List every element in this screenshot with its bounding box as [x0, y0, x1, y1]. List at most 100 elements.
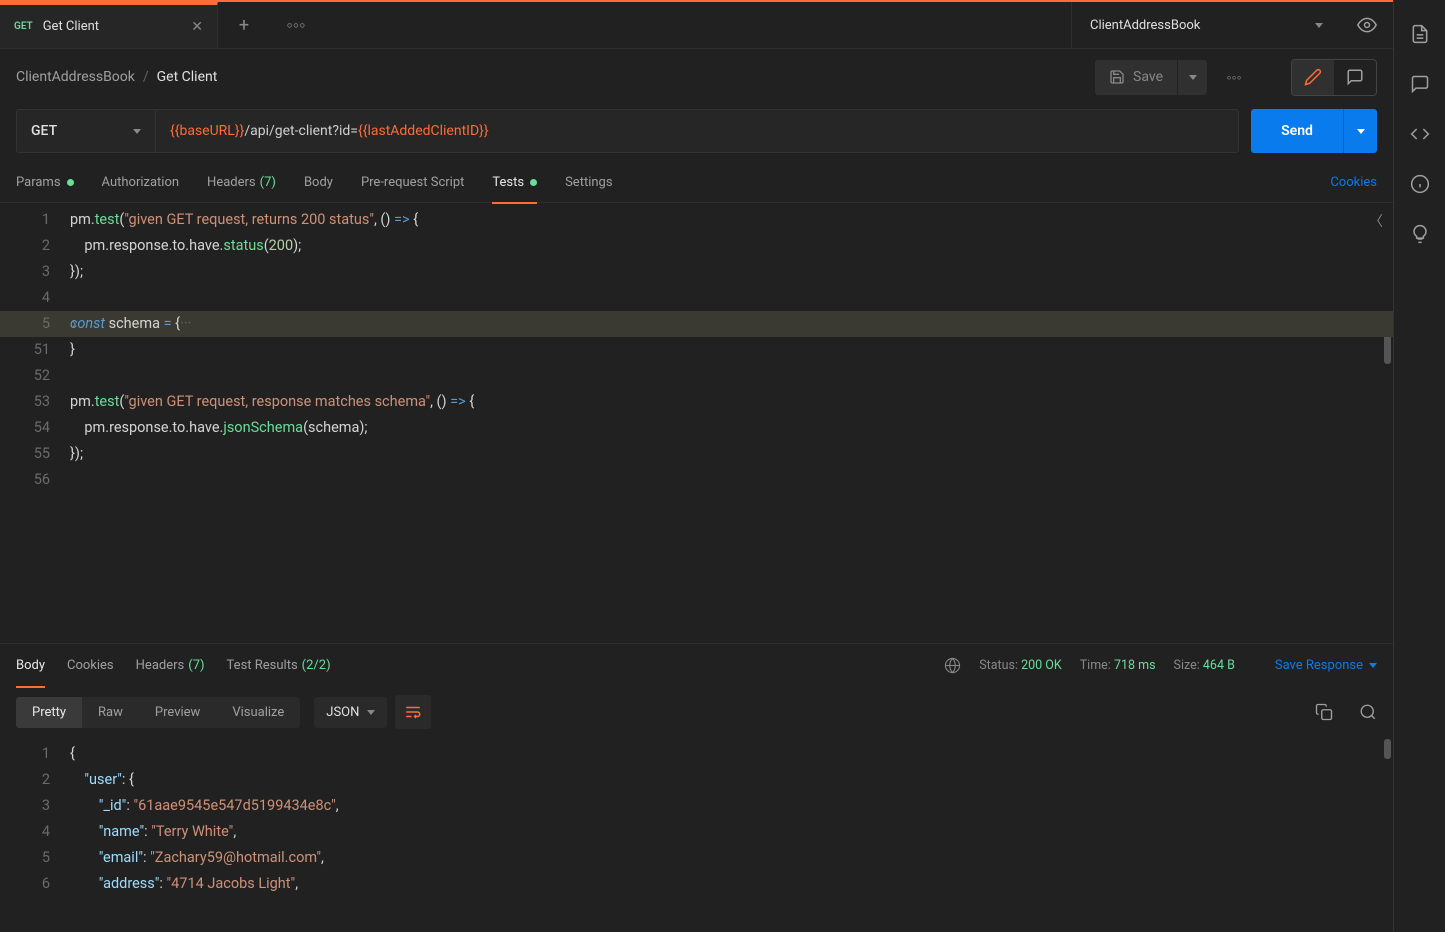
view-preview[interactable]: Preview — [139, 697, 216, 728]
status-dot-icon — [530, 179, 537, 186]
line-number: 56 — [0, 467, 70, 493]
more-actions-button[interactable]: ◦◦◦ — [1217, 60, 1251, 95]
eye-icon — [1357, 15, 1377, 35]
cookies-link[interactable]: Cookies — [1330, 175, 1377, 190]
editor-line[interactable]: 3}); — [0, 259, 1393, 285]
save-response-button[interactable]: Save Response — [1275, 658, 1377, 673]
line-number: 4 — [0, 285, 70, 311]
editor-line[interactable]: 3 "_id": "61aae9545e547d5199434e8c", — [0, 793, 1393, 819]
comment-mode-button[interactable] — [1334, 60, 1376, 95]
globe-icon[interactable] — [944, 657, 961, 674]
pencil-icon — [1304, 68, 1322, 86]
status-dot-icon — [67, 179, 74, 186]
line-number: 4 — [0, 819, 70, 845]
send-dropdown-button[interactable] — [1343, 109, 1377, 153]
response-body-editor[interactable]: 1{2 "user": {3 "_id": "61aae9545e547d519… — [0, 737, 1393, 897]
response-meta: Status: 200 OK Time: 718 ms Size: 464 B — [944, 657, 1235, 674]
line-number: 5 — [0, 845, 70, 871]
editor-line[interactable]: 2 "user": { — [0, 767, 1393, 793]
send-button[interactable]: Send — [1251, 109, 1343, 153]
wrap-lines-button[interactable] — [395, 695, 431, 729]
tab-body[interactable]: Body — [304, 163, 333, 203]
editor-line[interactable]: 4 "name": "Terry White", — [0, 819, 1393, 845]
save-button[interactable]: Save — [1095, 60, 1177, 95]
scrollbar-thumb[interactable] — [1384, 739, 1391, 759]
view-pretty[interactable]: Pretty — [16, 697, 82, 728]
line-number: 53 — [0, 389, 70, 415]
tab-get-client[interactable]: GET Get Client ✕ — [0, 2, 218, 48]
comment-icon — [1346, 68, 1364, 86]
editor-line[interactable]: 5 "email": "Zachary59@hotmail.com", — [0, 845, 1393, 871]
line-number: 3 — [0, 259, 70, 285]
line-number: 51 — [0, 337, 70, 363]
fold-arrow-icon[interactable]: › — [72, 311, 76, 337]
chevron-down-icon — [367, 710, 375, 715]
copy-icon[interactable] — [1315, 703, 1333, 721]
line-number: 6 — [0, 871, 70, 897]
collapse-sidebar-icon[interactable]: 〈 — [1369, 209, 1383, 235]
tab-settings[interactable]: Settings — [565, 163, 612, 203]
editor-line[interactable]: 55}); — [0, 441, 1393, 467]
tests-editor[interactable]: 〈 1pm.test("given GET request, returns 2… — [0, 203, 1393, 643]
chevron-down-icon — [1189, 75, 1197, 80]
line-number: 1 — [0, 741, 70, 767]
editor-line[interactable]: 54 pm.response.to.have.jsonSchema(schema… — [0, 415, 1393, 441]
breadcrumb: ClientAddressBook / Get Client Save ◦◦◦ — [0, 49, 1393, 105]
wrap-icon — [404, 703, 422, 721]
save-dropdown-button[interactable] — [1177, 60, 1207, 95]
editor-line[interactable]: 4 — [0, 285, 1393, 311]
resp-tab-cookies[interactable]: Cookies — [67, 644, 114, 688]
tab-label: Get Client — [43, 19, 192, 34]
code-icon[interactable] — [1410, 124, 1430, 144]
line-number: 3 — [0, 793, 70, 819]
editor-line[interactable]: 6 "address": "4714 Jacobs Light", — [0, 871, 1393, 897]
chevron-down-icon — [1369, 663, 1377, 668]
comments-icon[interactable] — [1410, 74, 1430, 94]
editor-line[interactable]: 56 — [0, 467, 1393, 493]
chevron-down-icon — [1315, 23, 1323, 28]
chevron-down-icon — [1357, 129, 1365, 134]
editor-line[interactable]: 51} — [0, 337, 1393, 363]
format-select[interactable]: JSON — [314, 697, 387, 728]
resp-tab-test-results[interactable]: Test Results(2/2) — [227, 644, 331, 688]
tab-params[interactable]: Params — [16, 163, 74, 203]
resp-tab-body[interactable]: Body — [16, 644, 45, 688]
url-input[interactable]: {{baseURL}}/api/get-client?id={{lastAdde… — [156, 109, 1239, 153]
tab-prerequest[interactable]: Pre-request Script — [361, 163, 464, 203]
lightbulb-icon[interactable] — [1410, 224, 1430, 244]
build-mode-button[interactable] — [1292, 60, 1334, 95]
tab-more-icon[interactable]: ◦◦◦ — [270, 2, 322, 48]
line-number: 1 — [0, 207, 70, 233]
right-sidebar — [1393, 0, 1445, 932]
tab-headers[interactable]: Headers(7) — [207, 163, 276, 203]
editor-line[interactable]: 2 pm.response.to.have.status(200); — [0, 233, 1393, 259]
info-icon[interactable] — [1410, 174, 1430, 194]
http-method-select[interactable]: GET — [16, 109, 156, 153]
tab-bar: GET Get Client ✕ + ◦◦◦ ClientAddressBook — [0, 2, 1393, 49]
search-icon[interactable] — [1359, 703, 1377, 721]
line-number: 52 — [0, 363, 70, 389]
editor-line[interactable]: 52 — [0, 363, 1393, 389]
breadcrumb-request: Get Client — [157, 69, 218, 85]
tab-authorization[interactable]: Authorization — [102, 163, 180, 203]
view-visualize[interactable]: Visualize — [216, 697, 300, 728]
breadcrumb-collection[interactable]: ClientAddressBook — [16, 69, 135, 85]
editor-line[interactable]: 1pm.test("given GET request, returns 200… — [0, 207, 1393, 233]
environment-select[interactable]: ClientAddressBook — [1071, 2, 1341, 48]
view-mode-toggle — [1291, 59, 1377, 96]
editor-line[interactable]: 53pm.test("given GET request, response m… — [0, 389, 1393, 415]
environment-quicklook-button[interactable] — [1341, 2, 1393, 48]
response-tabs: Body Cookies Headers(7) Test Results(2/2… — [0, 643, 1393, 687]
view-raw[interactable]: Raw — [82, 697, 139, 728]
line-number: 55 — [0, 441, 70, 467]
environment-label: ClientAddressBook — [1090, 18, 1200, 33]
documentation-icon[interactable] — [1410, 24, 1430, 44]
editor-line[interactable]: ›5const schema = {··· — [0, 311, 1393, 337]
new-tab-button[interactable]: + — [218, 2, 270, 48]
editor-line[interactable]: 1{ — [0, 741, 1393, 767]
resp-tab-headers[interactable]: Headers(7) — [136, 644, 205, 688]
line-number: 5 — [0, 311, 70, 337]
tab-tests[interactable]: Tests — [492, 163, 537, 203]
close-icon[interactable]: ✕ — [191, 19, 203, 35]
tab-method-badge: GET — [14, 21, 33, 32]
